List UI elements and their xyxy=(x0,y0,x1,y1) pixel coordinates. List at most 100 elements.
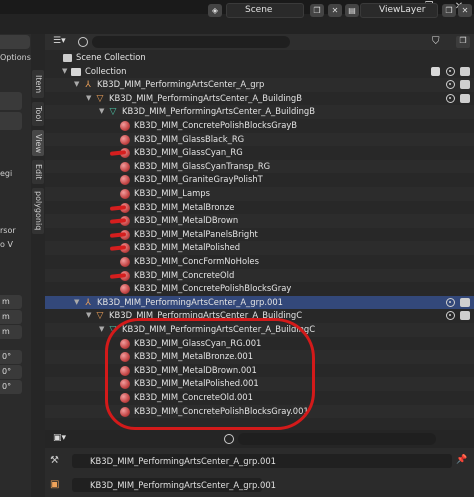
row-label: KB3D_MIM_GlassCyanTransp_RG xyxy=(134,160,271,171)
expand-toggle-icon[interactable]: ▼ xyxy=(62,65,67,79)
expand-toggle-icon[interactable]: ▼ xyxy=(86,92,91,106)
row-label: KB3D_MIM_MetalPanelsBright xyxy=(134,228,258,239)
row-label: KB3D_MIM_ConcretePolishBlocksGrayB xyxy=(134,120,298,130)
collection-icon xyxy=(71,67,81,76)
object-row[interactable]: ▼ ⅄ KB3D_MIM_PerformingArtsCenter_A_grp.00… xyxy=(45,295,474,310)
tab-polygoniq[interactable]: polygoniq xyxy=(32,188,44,234)
object-name-field[interactable]: KB3D_MIM_PerformingArtsCenter_A_grp.001 xyxy=(72,454,452,468)
object-data-field[interactable]: KB3D_MIM_PerformingArtsCenter_A_grp.001 xyxy=(72,478,276,492)
red-annotation-circle xyxy=(105,318,315,430)
expand-toggle-icon[interactable]: ▼ xyxy=(74,296,79,310)
row-label: KB3D_MIM_ConcFormNoHoles xyxy=(134,256,259,266)
expand-toggle-icon[interactable]: ▼ xyxy=(99,323,104,337)
render-camera-icon[interactable] xyxy=(460,311,470,321)
viewlayer-selector[interactable]: ViewLayer xyxy=(360,3,438,18)
rotation-x-field[interactable]: 0° xyxy=(0,350,22,364)
object-row[interactable]: ▼ ⅄ KB3D_MIM_PerformingArtsCenter_A_grp xyxy=(45,78,474,92)
render-camera-icon[interactable] xyxy=(460,93,470,103)
scene-selector[interactable]: Scene xyxy=(226,3,304,18)
visibility-eye-icon[interactable] xyxy=(446,93,455,103)
delete-scene-icon[interactable]: ✕ xyxy=(328,4,342,17)
location-y-field[interactable]: m xyxy=(0,310,22,324)
mesh-data-row[interactable]: ▼ ▽ KB3D_MIM_PerformingArtsCenter_A_Buildi… xyxy=(45,105,474,119)
row-label: KB3D_MIM_PerformingArtsCenter_A_Building… xyxy=(109,92,302,103)
tab-tool[interactable]: Tool xyxy=(32,102,44,126)
pin-icon[interactable]: 📌 xyxy=(456,455,468,467)
row-label: KB3D_MIM_GlassCyan_RG xyxy=(134,147,243,158)
row-label: KB3D_MIM_Lamps xyxy=(134,188,210,198)
row-label: KB3D_MIM_GlassBlack_RG xyxy=(134,133,245,144)
object-properties-icon[interactable]: ▣ xyxy=(50,479,62,493)
new-collection-icon[interactable]: ❐ xyxy=(456,36,470,48)
scene-collection-row[interactable]: Scene Collection xyxy=(45,51,474,65)
collection-row[interactable]: ▼ Collection xyxy=(45,65,474,79)
expand-toggle-icon[interactable]: ▼ xyxy=(86,309,91,323)
properties-search-input[interactable] xyxy=(238,433,436,445)
options-menu[interactable]: Options xyxy=(0,53,31,62)
visibility-eye-icon[interactable] xyxy=(446,297,455,307)
tab-view[interactable]: View xyxy=(32,130,44,156)
sidebar-partial-text: egi xyxy=(0,169,13,178)
filter-icon[interactable]: ⛉ xyxy=(432,36,446,48)
material-row[interactable]: KB3D_MIM_GlassCyanTransp_RG xyxy=(45,159,474,174)
tab-edit[interactable]: Edit xyxy=(32,160,44,184)
row-label: KB3D_MIM_ConcretePolishBlocksGray xyxy=(134,283,292,294)
mesh-icon: ▽ xyxy=(109,107,117,118)
delete-viewlayer-icon[interactable]: ✕ xyxy=(458,4,472,17)
mesh-object-icon: ▽ xyxy=(96,93,104,104)
new-scene-icon[interactable]: ❐ xyxy=(310,4,324,17)
material-icon xyxy=(120,284,130,295)
row-label: KB3D_MIM_GraniteGrayPolishT xyxy=(134,174,263,185)
object-row[interactable]: ▼ ▽ KB3D_MIM_PerformingArtsCenter_A_Buildi… xyxy=(45,92,474,106)
sidebar-field[interactable] xyxy=(0,112,22,130)
material-icon xyxy=(120,175,130,186)
render-camera-icon[interactable] xyxy=(460,66,470,76)
sidebar-partial-text: o V xyxy=(0,240,13,249)
material-icon xyxy=(120,257,130,267)
material-icon xyxy=(120,134,130,145)
expand-toggle-icon[interactable]: ▼ xyxy=(99,105,104,119)
row-label: KB3D_MIM_MetalPolished xyxy=(134,242,241,253)
material-row[interactable]: KB3D_MIM_Lamps xyxy=(45,187,474,201)
row-label: KB3D_MIM_PerformingArtsCenter_A_grp xyxy=(97,79,265,90)
tool-icon[interactable]: ⚒ xyxy=(50,455,62,469)
row-label: Collection xyxy=(85,65,127,76)
render-camera-icon[interactable] xyxy=(460,297,470,307)
visibility-eye-icon[interactable] xyxy=(446,66,455,76)
rotation-y-field[interactable]: 0° xyxy=(0,365,22,379)
material-row[interactable]: KB3D_MIM_GlassBlack_RG xyxy=(45,132,474,147)
material-row[interactable]: KB3D_MIM_GraniteGrayPolishT xyxy=(45,173,474,187)
material-row[interactable]: KB3D_MIM_ConcretePolishBlocksGray xyxy=(45,282,474,296)
scene-collection-icon xyxy=(63,54,72,62)
display-mode-icon[interactable]: ☰▾ xyxy=(53,36,71,48)
visibility-eye-icon[interactable] xyxy=(446,311,455,321)
properties-search-icon[interactable] xyxy=(224,434,234,444)
row-label: KB3D_MIM_PerformingArtsCenter_A_grp.001 xyxy=(97,296,283,307)
row-label: KB3D_MIM_ConcreteOld xyxy=(134,269,235,280)
new-viewlayer-icon[interactable]: ❐ xyxy=(442,4,456,17)
row-label: KB3D_MIM_MetalBronze xyxy=(134,201,235,212)
empty-object-icon: ⅄ xyxy=(85,80,91,91)
outliner-search-input[interactable] xyxy=(92,36,290,48)
sidebar-partial-text: rsor xyxy=(0,226,16,235)
visibility-eye-icon[interactable] xyxy=(446,80,455,90)
viewlayer-browse-icon[interactable]: ▤ xyxy=(345,4,359,17)
mesh-object-icon: ▽ xyxy=(96,311,104,322)
material-row[interactable]: KB3D_MIM_ConcFormNoHoles xyxy=(45,255,474,269)
shading-mode-buttons[interactable] xyxy=(0,35,30,49)
material-icon xyxy=(120,189,130,199)
editor-type-icon[interactable]: ▣▾ xyxy=(53,433,71,445)
render-camera-icon[interactable] xyxy=(460,80,470,90)
location-z-field[interactable]: m xyxy=(0,325,22,339)
material-row[interactable]: KB3D_MIM_ConcretePolishBlocksGrayB xyxy=(45,119,474,133)
scene-browse-icon[interactable]: ◈ xyxy=(208,4,222,17)
search-icon[interactable] xyxy=(78,37,88,47)
location-x-field[interactable]: m xyxy=(0,295,22,309)
rotation-z-field[interactable]: 0° xyxy=(0,380,22,394)
exclude-checkbox[interactable] xyxy=(431,66,440,76)
expand-toggle-icon[interactable]: ▼ xyxy=(74,78,79,92)
sidebar-field[interactable] xyxy=(0,92,22,110)
material-icon xyxy=(120,161,130,172)
tab-item[interactable]: Item xyxy=(32,70,44,98)
empty-object-icon: ⅄ xyxy=(85,297,91,308)
